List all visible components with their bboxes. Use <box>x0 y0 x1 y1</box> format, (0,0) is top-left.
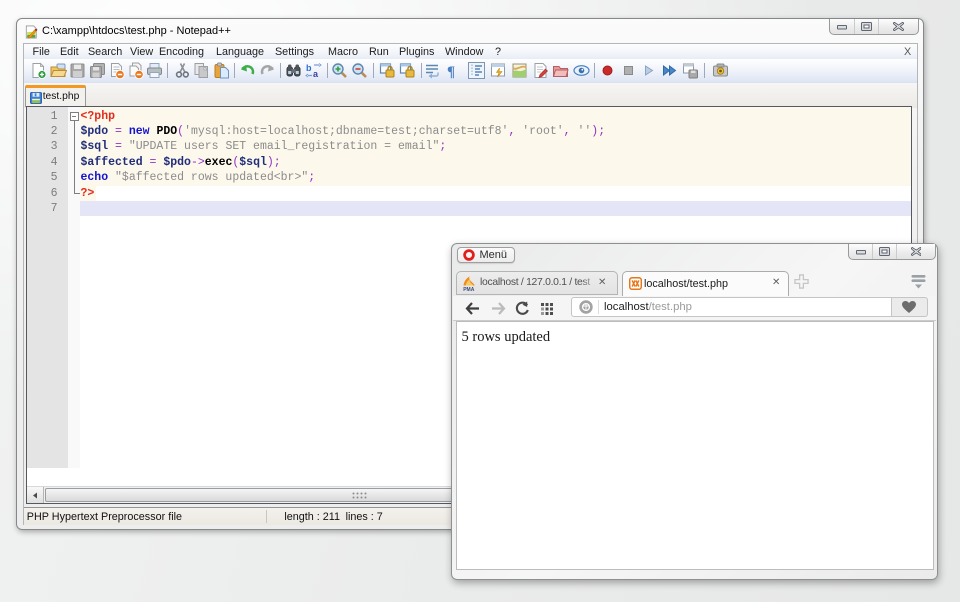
svg-text:PMA: PMA <box>463 287 475 291</box>
svg-text:a: a <box>313 69 319 79</box>
svg-text:¶: ¶ <box>447 64 455 79</box>
svg-text:b: b <box>306 63 312 73</box>
